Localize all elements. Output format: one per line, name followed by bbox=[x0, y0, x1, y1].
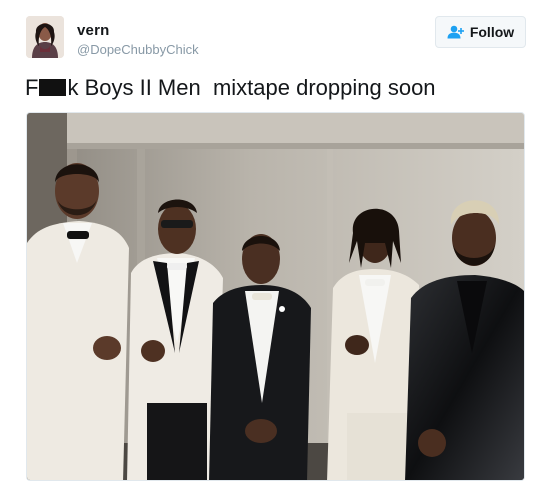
follow-button[interactable]: Follow bbox=[435, 16, 526, 48]
avatar-image bbox=[26, 16, 64, 58]
display-name[interactable]: vern bbox=[77, 22, 110, 39]
tweet-photo[interactable] bbox=[26, 112, 525, 481]
tweet-card: vern @DopeChubbyChick Follow Fk Boys II … bbox=[0, 0, 552, 490]
censor-bar bbox=[39, 79, 67, 96]
tweet-text: Fk Boys II Men mixtape dropping soon bbox=[25, 74, 436, 102]
tweet-text-suffix: k Boys II Men mixtape dropping soon bbox=[67, 75, 436, 100]
group-photo-image bbox=[27, 113, 524, 480]
tweet-text-prefix: F bbox=[25, 75, 39, 100]
avatar[interactable] bbox=[26, 16, 64, 58]
follow-label: Follow bbox=[469, 24, 515, 40]
user-handle[interactable]: @DopeChubbyChick bbox=[77, 42, 199, 57]
add-user-icon bbox=[447, 25, 465, 39]
